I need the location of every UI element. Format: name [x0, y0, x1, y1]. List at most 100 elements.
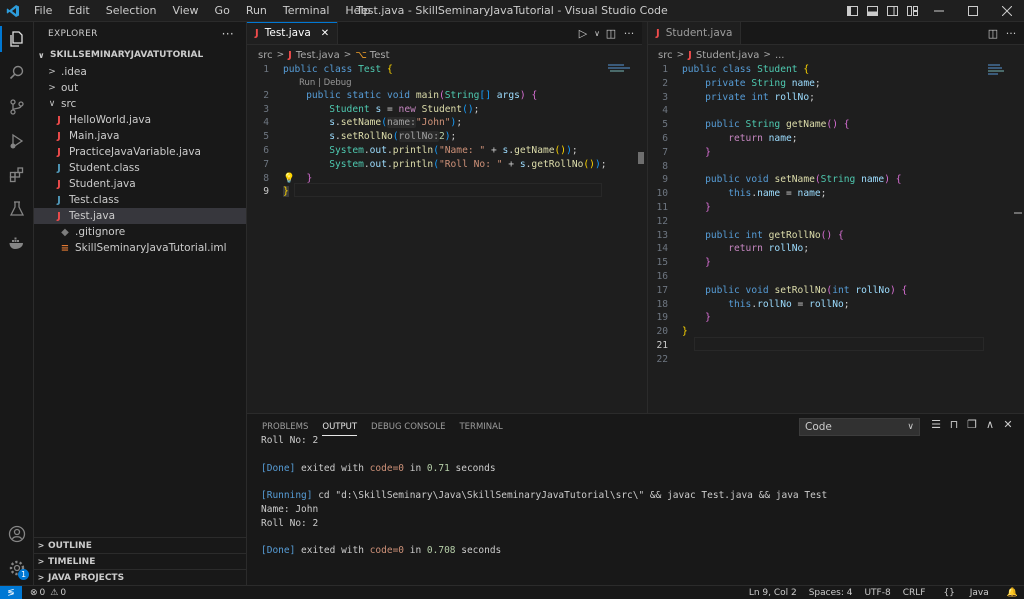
split-editor-icon[interactable]: ◫	[602, 27, 620, 40]
menu-bar: File Edit Selection View Go Run Terminal…	[26, 0, 378, 22]
menu-terminal[interactable]: Terminal	[275, 0, 338, 22]
remote-indicator-icon[interactable]: ≶	[0, 585, 22, 599]
tab-student-java[interactable]: J Student.java	[648, 22, 742, 44]
docker-icon[interactable]	[0, 226, 34, 260]
tree-folder[interactable]: ∨ src	[34, 96, 246, 112]
tree-file[interactable]: J Main.java	[34, 128, 246, 144]
run-debug-icon[interactable]	[0, 124, 34, 158]
tab-test-java[interactable]: J Test.java ✕	[247, 22, 339, 44]
open-editor-icon[interactable]: ❐	[963, 418, 981, 431]
warning-icon[interactable]: ⚠	[50, 588, 58, 598]
menu-file[interactable]: File	[26, 0, 60, 22]
run-play-icon[interactable]: ▷	[574, 27, 592, 40]
toggle-panel-icon[interactable]	[862, 0, 882, 22]
cursor-position[interactable]: Ln 9, Col 2	[743, 588, 803, 598]
breadcrumb-class[interactable]: Test	[370, 50, 390, 61]
source-control-icon[interactable]	[0, 90, 34, 124]
line-number: 8	[662, 160, 668, 172]
tree-file[interactable]: J PracticeJavaVariable.java	[34, 144, 246, 160]
breadcrumb-file[interactable]: Student.java	[696, 50, 760, 61]
lightbulb-icon[interactable]: 💡	[283, 173, 295, 184]
customize-layout-icon[interactable]	[902, 0, 922, 22]
tree-item-label: PracticeJavaVariable.java	[69, 146, 201, 158]
tree-file[interactable]: J Student.class	[34, 160, 246, 176]
tree-file[interactable]: J Test.java	[34, 208, 246, 224]
manage-gear-icon[interactable]: 1	[0, 551, 34, 585]
line-number: 5	[263, 131, 269, 143]
output-line: [Done] exited with code=0 in 0.71 second…	[261, 462, 496, 474]
chevron-right-icon: >	[276, 50, 285, 60]
minimap-left[interactable]	[608, 64, 634, 73]
breadcrumb-ellipsis[interactable]: ...	[775, 50, 785, 61]
tree-file[interactable]: ◆ .gitignore	[34, 224, 246, 240]
tree-folder[interactable]: > .idea	[34, 64, 246, 80]
file-tree: > .idea > out ∨ src J HelloWorld.java J Main.java…	[34, 64, 246, 256]
codelens-run-debug[interactable]: Run | Debug	[283, 77, 352, 89]
extensions-icon[interactable]	[0, 158, 34, 192]
tree-item-label: SkillSeminaryJavaTutorial.iml	[75, 242, 227, 254]
testing-icon[interactable]	[0, 192, 34, 226]
tree-file[interactable]: J Test.class	[34, 192, 246, 208]
accounts-icon[interactable]	[0, 517, 34, 551]
line-number: 14	[656, 243, 668, 255]
class-file-icon: J	[57, 162, 61, 174]
breadcrumb-file[interactable]: Test.java	[296, 50, 340, 61]
timeline-section[interactable]: > TIMELINE	[34, 553, 247, 569]
tree-item-label: Test.class	[69, 194, 120, 206]
toggle-secondary-sidebar-icon[interactable]	[882, 0, 902, 22]
breadcrumb-src[interactable]: src	[258, 50, 273, 61]
tree-folder[interactable]: > out	[34, 80, 246, 96]
output-log[interactable]: Roll No: 2 [Done] exited with code=0 in …	[261, 434, 827, 558]
search-icon[interactable]	[0, 56, 34, 90]
line-number: 6	[263, 144, 269, 156]
encoding[interactable]: UTF-8	[858, 588, 896, 598]
indentation[interactable]: Spaces: 4	[803, 588, 859, 598]
filter-list-icon[interactable]: ☰	[927, 418, 945, 431]
lock-scroll-icon[interactable]: ⊓	[945, 418, 963, 431]
status-bar: ≶ ⊗ 0 ⚠ 0 Ln 9, Col 2 Spaces: 4 UTF-8 CR…	[0, 585, 1024, 599]
java-file-icon: J	[688, 49, 692, 61]
menu-view[interactable]: View	[164, 0, 206, 22]
more-actions-icon[interactable]: ···	[620, 27, 638, 40]
code-editor-left[interactable]: 1 public class Test { Run | Debug 2 publi…	[249, 63, 607, 199]
tree-file[interactable]: J HelloWorld.java	[34, 112, 246, 128]
tree-file[interactable]: J Student.java	[34, 176, 246, 192]
tree-file[interactable]: ≡ SkillSeminaryJavaTutorial.iml	[34, 240, 246, 256]
explorer-icon[interactable]	[0, 22, 34, 56]
toggle-sidebar-icon[interactable]	[842, 0, 862, 22]
run-dropdown-icon[interactable]: ∨	[592, 29, 602, 38]
minimize-icon[interactable]	[922, 0, 956, 22]
menu-edit[interactable]: Edit	[60, 0, 97, 22]
java-projects-section[interactable]: > JAVA PROJECTS	[34, 569, 247, 585]
more-actions-icon[interactable]: ···	[1002, 27, 1020, 40]
close-window-icon[interactable]	[990, 0, 1024, 22]
error-count[interactable]: 0	[40, 588, 46, 598]
split-editor-icon[interactable]: ◫	[984, 27, 1002, 40]
line-number: 2	[263, 89, 269, 101]
notifications-bell-icon[interactable]: 🔔	[1001, 588, 1024, 598]
editor-tabs-right: J Student.java	[648, 22, 1024, 45]
close-panel-icon[interactable]: ✕	[999, 418, 1017, 431]
menu-help[interactable]: Help	[337, 0, 378, 22]
line-number: 1	[263, 64, 269, 75]
menu-run[interactable]: Run	[238, 0, 275, 22]
warning-count[interactable]: 0	[60, 588, 66, 598]
language-mode[interactable]: {} Java	[931, 588, 1000, 598]
outline-section[interactable]: > OUTLINE	[34, 537, 247, 553]
minimap-right[interactable]	[988, 64, 1008, 76]
output-line: [Done] exited with code=0 in 0.708 secon…	[261, 545, 502, 557]
line-number: 7	[263, 158, 269, 170]
breadcrumb-src[interactable]: src	[658, 50, 673, 61]
java-file-icon: J	[288, 49, 292, 61]
error-icon[interactable]: ⊗	[30, 588, 38, 598]
code-editor-right[interactable]: 1 public class Student { 2 private String…	[648, 63, 907, 367]
line-number: 10	[656, 188, 668, 200]
maximize-panel-icon[interactable]: ∧	[981, 418, 999, 431]
end-of-line[interactable]: CRLF	[897, 588, 932, 598]
close-tab-icon[interactable]: ✕	[321, 28, 329, 39]
project-folder-header[interactable]: ∨ SKILLSEMINARYJAVATUTORIAL	[34, 46, 246, 64]
menu-go[interactable]: Go	[207, 0, 238, 22]
menu-selection[interactable]: Selection	[98, 0, 165, 22]
more-actions-icon[interactable]: ···	[222, 27, 234, 41]
maximize-icon[interactable]	[956, 0, 990, 22]
